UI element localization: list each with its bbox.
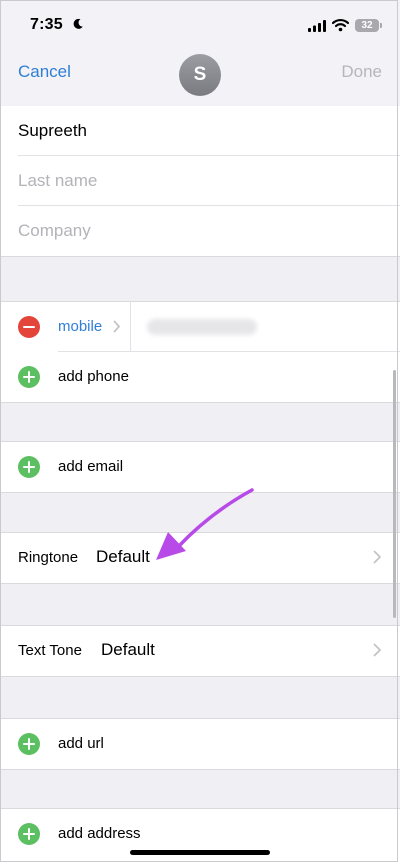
chevron-right-icon bbox=[373, 643, 381, 657]
text-tone-label: Text Tone bbox=[18, 642, 82, 659]
ringtone-label: Ringtone bbox=[18, 549, 79, 566]
battery-tip bbox=[380, 23, 382, 28]
scroll-indicator[interactable] bbox=[393, 370, 396, 618]
phone-label-mobile[interactable]: mobile bbox=[58, 318, 102, 335]
ringtone-section: Ringtone Default bbox=[0, 532, 400, 584]
plus-icon[interactable] bbox=[18, 733, 40, 755]
status-time: 7:35 bbox=[30, 16, 63, 33]
add-url-label[interactable]: add url bbox=[58, 735, 104, 752]
chevron-right-icon[interactable] bbox=[113, 320, 121, 333]
add-email-label[interactable]: add email bbox=[58, 458, 123, 475]
first-name-value[interactable]: Supreeth bbox=[18, 121, 87, 141]
company-placeholder[interactable]: Company bbox=[18, 221, 91, 241]
battery-icon: 32 bbox=[355, 19, 379, 32]
field-divider bbox=[130, 302, 131, 352]
email-section: add email bbox=[0, 441, 400, 493]
plus-icon[interactable] bbox=[18, 366, 40, 388]
add-url-row[interactable]: add url bbox=[0, 719, 400, 769]
cancel-button[interactable]: Cancel bbox=[18, 62, 71, 82]
add-email-row[interactable]: add email bbox=[0, 442, 400, 492]
plus-icon[interactable] bbox=[18, 456, 40, 478]
address-section: add address bbox=[0, 808, 400, 865]
company-field[interactable]: Company bbox=[0, 206, 400, 256]
nav-bar: Cancel S Done bbox=[0, 46, 400, 107]
status-bar: 7:35 32 bbox=[0, 0, 400, 46]
name-section: Supreeth Last name Company bbox=[0, 106, 400, 257]
home-indicator[interactable] bbox=[130, 850, 270, 855]
phone-row-mobile: mobile bbox=[0, 302, 400, 352]
wifi-icon bbox=[332, 18, 349, 32]
url-section: add url bbox=[0, 718, 400, 770]
text-tone-value: Default bbox=[101, 640, 155, 659]
first-name-field[interactable]: Supreeth bbox=[0, 106, 400, 156]
phone-number-redacted[interactable] bbox=[147, 319, 257, 335]
add-phone-row[interactable]: add phone bbox=[0, 352, 400, 402]
add-phone-label[interactable]: add phone bbox=[58, 368, 129, 385]
phone-section: mobile add phone bbox=[0, 301, 400, 403]
done-button[interactable]: Done bbox=[341, 62, 382, 82]
last-name-placeholder[interactable]: Last name bbox=[18, 171, 97, 191]
text-tone-row[interactable]: Text Tone Default bbox=[0, 626, 400, 676]
ringtone-value: Default bbox=[96, 547, 150, 566]
ringtone-row[interactable]: Ringtone Default bbox=[0, 533, 400, 583]
plus-icon[interactable] bbox=[18, 823, 40, 845]
moon-icon bbox=[73, 18, 83, 29]
avatar[interactable]: S bbox=[179, 54, 221, 96]
chevron-right-icon bbox=[373, 550, 381, 564]
signal-icon bbox=[308, 20, 326, 32]
remove-phone-icon[interactable] bbox=[18, 316, 40, 338]
add-address-label[interactable]: add address bbox=[58, 825, 141, 842]
text-tone-section: Text Tone Default bbox=[0, 625, 400, 677]
last-name-field[interactable]: Last name bbox=[0, 156, 400, 206]
